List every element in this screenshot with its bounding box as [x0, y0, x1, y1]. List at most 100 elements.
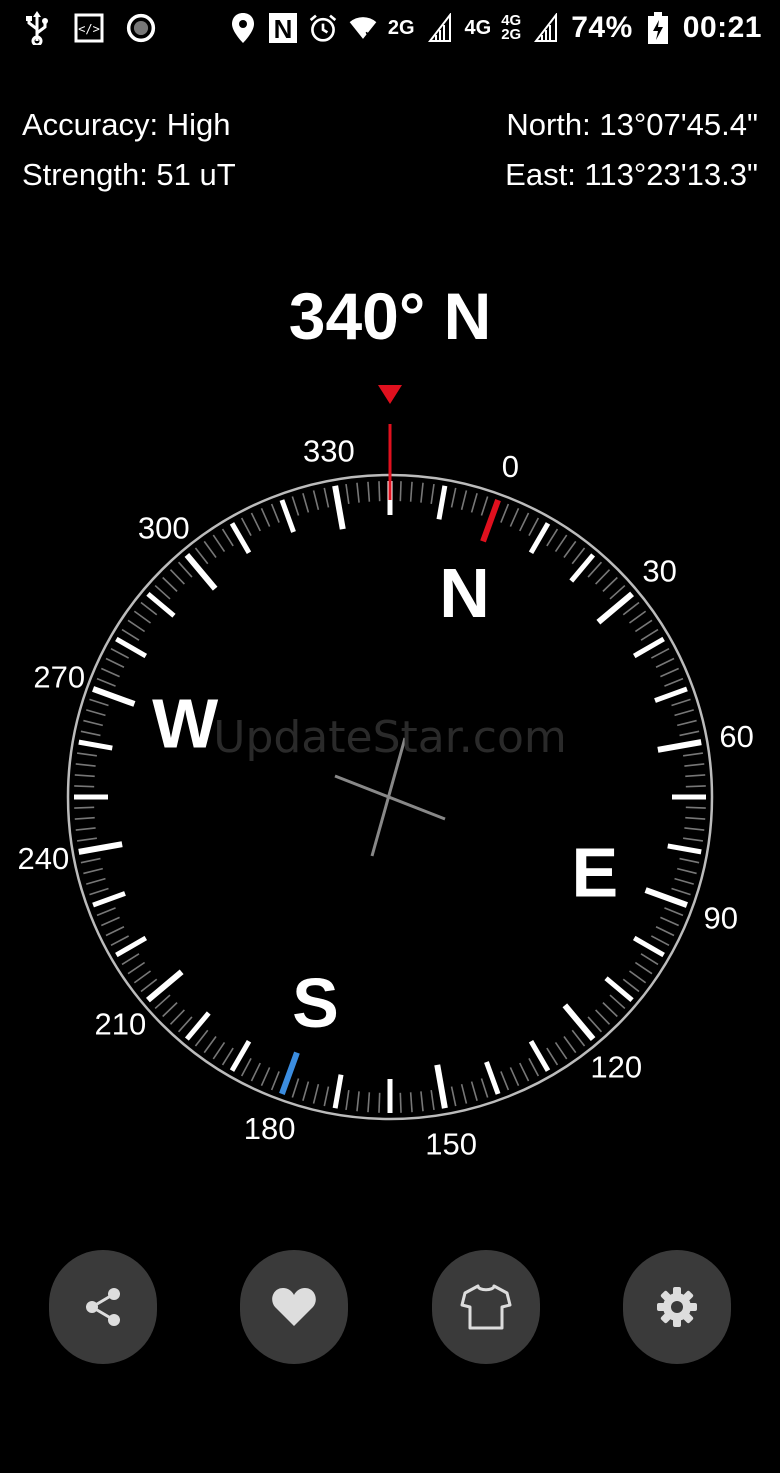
minor-tick: [460, 1084, 468, 1104]
mid-tick: [436, 485, 448, 520]
degree-label: 270: [33, 660, 85, 695]
minor-tick: [450, 1086, 457, 1107]
minor-tick: [650, 647, 670, 659]
watermark: UpdateStar.com: [213, 712, 567, 763]
minor-tick: [105, 926, 125, 937]
minor-tick: [563, 1035, 577, 1054]
minor-tick: [221, 528, 234, 547]
minor-tick: [409, 1092, 413, 1113]
minor-tick: [460, 490, 468, 510]
minor-tick: [212, 1041, 226, 1060]
degree-label: 240: [17, 841, 69, 876]
minor-tick: [367, 1092, 371, 1113]
minor-tick: [664, 907, 684, 917]
minor-tick: [356, 482, 360, 503]
degree-label: 0: [502, 449, 519, 484]
minor-tick: [664, 677, 684, 687]
minor-tick: [450, 487, 457, 508]
settings-button[interactable]: [623, 1250, 731, 1364]
minor-tick: [500, 1071, 510, 1091]
minor-tick: [270, 503, 280, 523]
latitude-text: North: 13°07'45.4": [506, 107, 758, 142]
minor-tick: [622, 601, 640, 616]
degree-label: 180: [244, 1111, 296, 1146]
minor-tick: [302, 493, 310, 513]
minor-tick: [602, 1002, 618, 1018]
developer-icon: </>: [74, 10, 104, 46]
minor-tick: [554, 1041, 568, 1060]
record-icon: [126, 10, 156, 46]
minor-tick: [609, 584, 626, 600]
favorite-button[interactable]: [240, 1250, 348, 1364]
major-tick: [434, 1064, 448, 1109]
minor-tick: [154, 994, 171, 1010]
minor-tick: [595, 569, 611, 585]
minor-tick: [110, 647, 130, 659]
minor-tick: [86, 877, 106, 885]
minor-tick: [240, 1057, 252, 1077]
minor-tick: [500, 503, 510, 523]
minor-tick: [74, 816, 95, 820]
minor-tick: [650, 935, 670, 947]
minor-tick: [203, 1035, 217, 1054]
minor-tick: [519, 512, 530, 532]
major-tick: [332, 485, 346, 530]
network-2g: 2G: [387, 17, 415, 39]
minor-tick: [685, 806, 706, 809]
minor-tick: [684, 827, 705, 831]
minor-tick: [89, 698, 109, 707]
alarm-icon: [308, 10, 338, 46]
minor-tick: [640, 628, 659, 641]
signal-icon: [425, 10, 455, 46]
mid-tick: [92, 891, 126, 908]
minor-tick: [133, 610, 152, 624]
status-left: </>: [22, 10, 156, 46]
minor-tick: [75, 827, 96, 831]
minor-tick: [127, 961, 146, 975]
gear-icon: [657, 1287, 697, 1327]
minor-tick: [420, 1091, 424, 1112]
minor-tick: [622, 978, 640, 993]
minor-tick: [291, 496, 300, 516]
degree-label: 300: [138, 510, 190, 545]
usb-icon: [22, 10, 52, 46]
minor-tick: [312, 1084, 320, 1104]
minor-tick: [89, 887, 109, 896]
mid-tick: [484, 1061, 501, 1095]
mid-tick: [667, 843, 702, 855]
minor-tick: [177, 561, 193, 578]
share-button[interactable]: [49, 1250, 157, 1364]
mid-tick: [604, 976, 634, 1003]
location-icon: [228, 10, 258, 46]
minor-tick: [194, 547, 209, 565]
accuracy-text: Accuracy: High: [22, 107, 231, 142]
major-tick: [562, 1003, 596, 1041]
cardinal-n: N: [439, 554, 490, 632]
minor-tick: [378, 481, 381, 502]
compass-dial[interactable]: 0306090120150180210240270300330NESW: [0, 380, 780, 1200]
minor-tick: [420, 482, 424, 503]
minor-tick: [430, 1090, 435, 1111]
nfc-icon: N: [268, 10, 298, 46]
mid-tick: [146, 591, 176, 618]
theme-button[interactable]: [432, 1250, 540, 1364]
minor-tick: [660, 667, 680, 678]
minor-tick: [96, 677, 116, 687]
minor-tick: [399, 1092, 402, 1113]
cardinal-e: E: [572, 834, 619, 912]
minor-tick: [162, 576, 178, 592]
minor-tick: [127, 619, 146, 633]
svg-text:</>: </>: [78, 22, 100, 36]
minor-tick: [634, 961, 653, 975]
coordinates-info: North: 13°07'45.4" East: 113°23'13.3": [505, 104, 758, 204]
minor-tick: [110, 935, 130, 947]
minor-tick: [121, 953, 140, 966]
major-tick: [146, 969, 184, 1003]
minor-tick: [345, 1090, 350, 1111]
battery-percent: 74%: [571, 11, 633, 44]
degree-label: 330: [303, 433, 355, 468]
minor-tick: [677, 867, 697, 875]
minor-tick: [640, 953, 659, 966]
minor-tick: [80, 857, 101, 864]
heading-readout: 340° N: [288, 279, 492, 353]
